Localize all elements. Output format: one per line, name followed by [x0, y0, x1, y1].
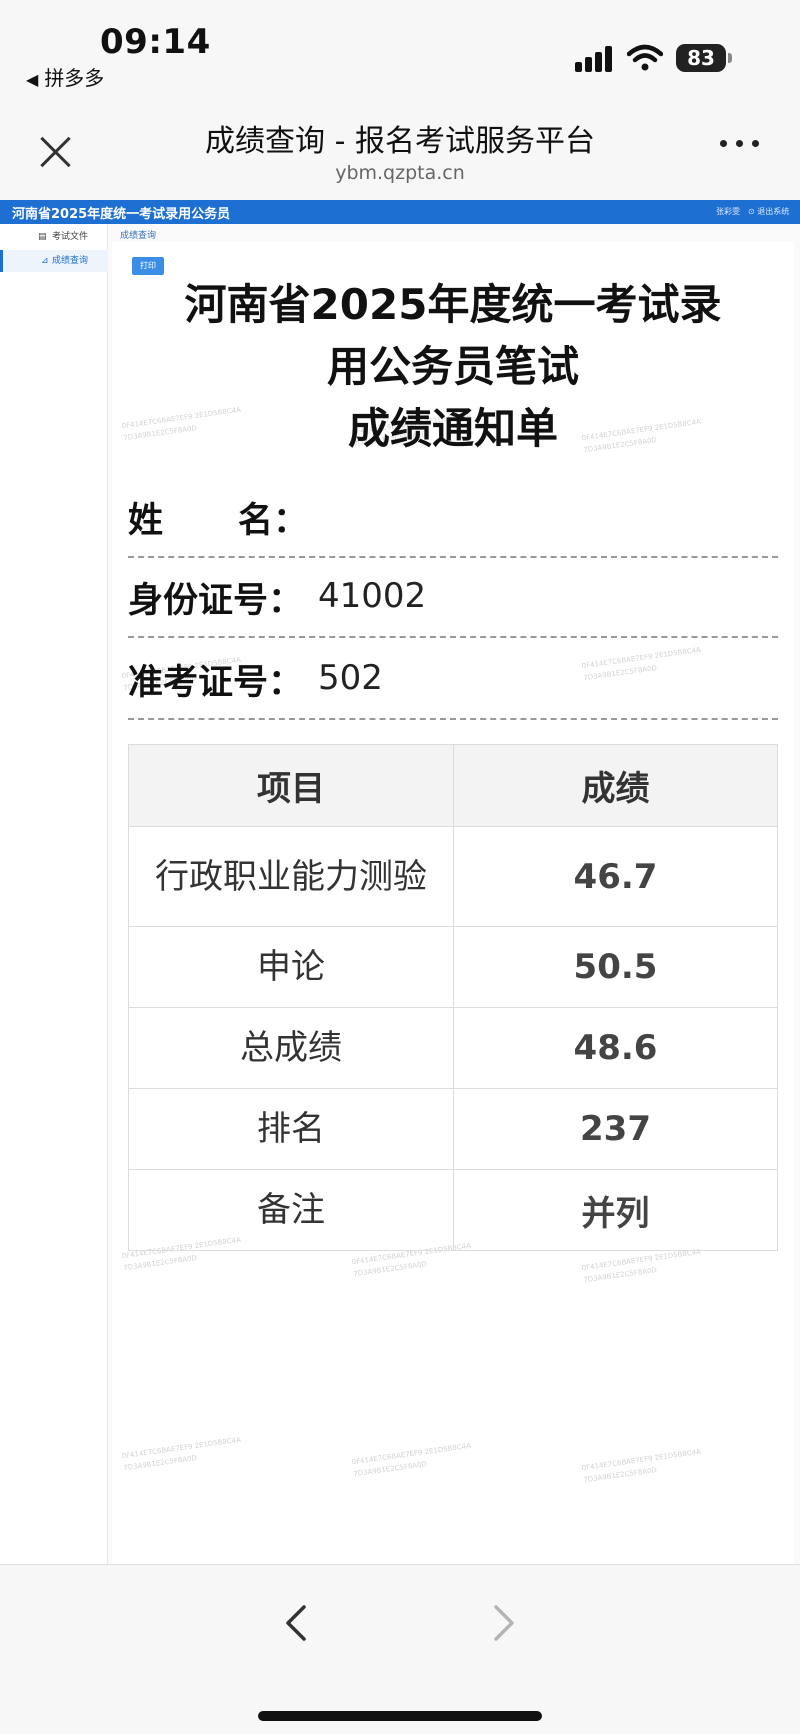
sidebar-item-exam-files[interactable]: ▤ 考试文件 [0, 226, 108, 248]
logout-button[interactable]: ⊙ 退出系统 [748, 206, 789, 217]
ticket-number-row: 准考证号： 502 [128, 642, 778, 720]
print-button[interactable]: 打印 [132, 257, 164, 275]
wifi-icon [627, 44, 663, 71]
id-number-row: 身份证号： 41002 [128, 560, 778, 638]
score-cell: 46.7 [453, 826, 778, 927]
page-url: ybm.qzpta.cn [335, 162, 465, 184]
watermark: 0F414E7C6BAE7EF9 2E1D5B8C4A 7D3A9B1E2C5F8… [351, 1441, 472, 1479]
table-row: 申论 50.5 [128, 926, 778, 1008]
status-bar: 09:14 ◀ 拼多多 83 [0, 0, 800, 96]
clock-time: 09:14 [100, 22, 211, 62]
watermark: 0F414E7C6BAE7EF9 2E1D5B8C4A 7D3A9B1E2C5F8… [121, 1435, 242, 1473]
sidebar-item-label: 考试文件 [52, 232, 89, 242]
subject-cell: 总成绩 [128, 1007, 454, 1089]
watermark: 0F414E7C6BAE7EF9 2E1D5B8C4A 7D3A9B1E2C5F8… [581, 1447, 702, 1485]
battery-level: 83 [687, 46, 715, 70]
score-cell: 并列 [453, 1169, 778, 1251]
name-label-suffix: 名： [238, 501, 309, 541]
document-title-line: 用公务员笔试 [326, 342, 579, 391]
name-label: 姓 [128, 501, 164, 541]
battery-icon: 83 [676, 44, 726, 72]
back-to-app-link[interactable]: ◀ 拼多多 [26, 62, 104, 91]
id-number-label: 身份证号： [128, 581, 304, 621]
site-title: 河南省2025年度统一考试录用公务员 [12, 207, 231, 222]
back-arrow-icon: ◀ [26, 70, 39, 89]
browser-bottom-bar [0, 1564, 800, 1734]
document-title: 河南省2025年度统一考试录 用公务员笔试 成绩通知单 [122, 274, 784, 460]
column-header: 成绩 [453, 744, 778, 827]
table-row: 排名 237 [128, 1088, 778, 1170]
table-row: 备注 并列 [128, 1169, 778, 1251]
back-chevron-icon[interactable] [282, 1605, 312, 1641]
table-row: 总成绩 48.6 [128, 1007, 778, 1089]
battery-tip [728, 53, 732, 63]
more-options-icon[interactable] [720, 140, 760, 152]
subject-cell: 行政职业能力测验 [128, 826, 454, 927]
score-notice-sheet: 0F414E7C6BAE7EF9 2E1D5B8C4A 7D3A9B1E2C5F8… [112, 242, 794, 1564]
sidebar-item-label: 成绩查询 [52, 256, 89, 266]
document-title-line: 河南省2025年度统一考试录 [184, 280, 722, 329]
column-header: 项目 [128, 744, 454, 827]
score-cell: 50.5 [453, 926, 778, 1008]
home-indicator[interactable] [258, 1711, 542, 1721]
forward-chevron-icon[interactable] [488, 1605, 518, 1641]
table-row: 行政职业能力测验 46.7 [128, 826, 778, 927]
sidebar-item-score-query[interactable]: ⊿ 成绩查询 [0, 250, 108, 272]
sidebar: ▤ 考试文件 ⊿ 成绩查询 [0, 224, 108, 1564]
page-title: 成绩查询 - 报名考试服务平台 [205, 124, 595, 159]
ticket-number-label: 准考证号： [128, 663, 304, 703]
score-cell: 48.6 [453, 1007, 778, 1089]
close-icon[interactable] [36, 132, 76, 172]
document-title-line: 成绩通知单 [347, 404, 558, 453]
score-cell: 237 [453, 1088, 778, 1170]
main-content: 成绩查询 0F414E7C6BAE7EF9 2E1D5B8C4A 7D3A9B1E… [108, 224, 800, 1564]
chart-icon: ⊿ [41, 256, 49, 266]
logout-label: 退出系统 [757, 207, 790, 216]
site-header-bar: 河南省2025年度统一考试录用公务员 张彩雯 ⊙ 退出系统 [0, 200, 800, 224]
user-name[interactable]: 张彩雯 [716, 206, 740, 217]
cellular-signal-icon [575, 46, 615, 72]
name-row: 姓 名： [128, 480, 778, 558]
browser-header: 成绩查询 - 报名考试服务平台 ybm.qzpta.cn [0, 96, 800, 200]
document-icon: ▤ [38, 232, 47, 242]
watermark: 0F414E7C6BAE7EF9 2E1D5B8C4A 7D3A9B1E2C5F8… [581, 1247, 702, 1285]
subject-cell: 备注 [128, 1169, 454, 1251]
breadcrumb[interactable]: 成绩查询 [120, 228, 156, 241]
back-app-label: 拼多多 [44, 66, 105, 90]
ticket-number-value: 502 [318, 658, 383, 698]
subject-cell: 申论 [128, 926, 454, 1008]
score-table: 项目 成绩 行政职业能力测验 46.7 申论 50.5 总成绩 48.6 排名 … [128, 744, 778, 1251]
id-number-value: 41002 [318, 576, 427, 616]
subject-cell: 排名 [128, 1088, 454, 1170]
table-header-row: 项目 成绩 [128, 744, 778, 827]
